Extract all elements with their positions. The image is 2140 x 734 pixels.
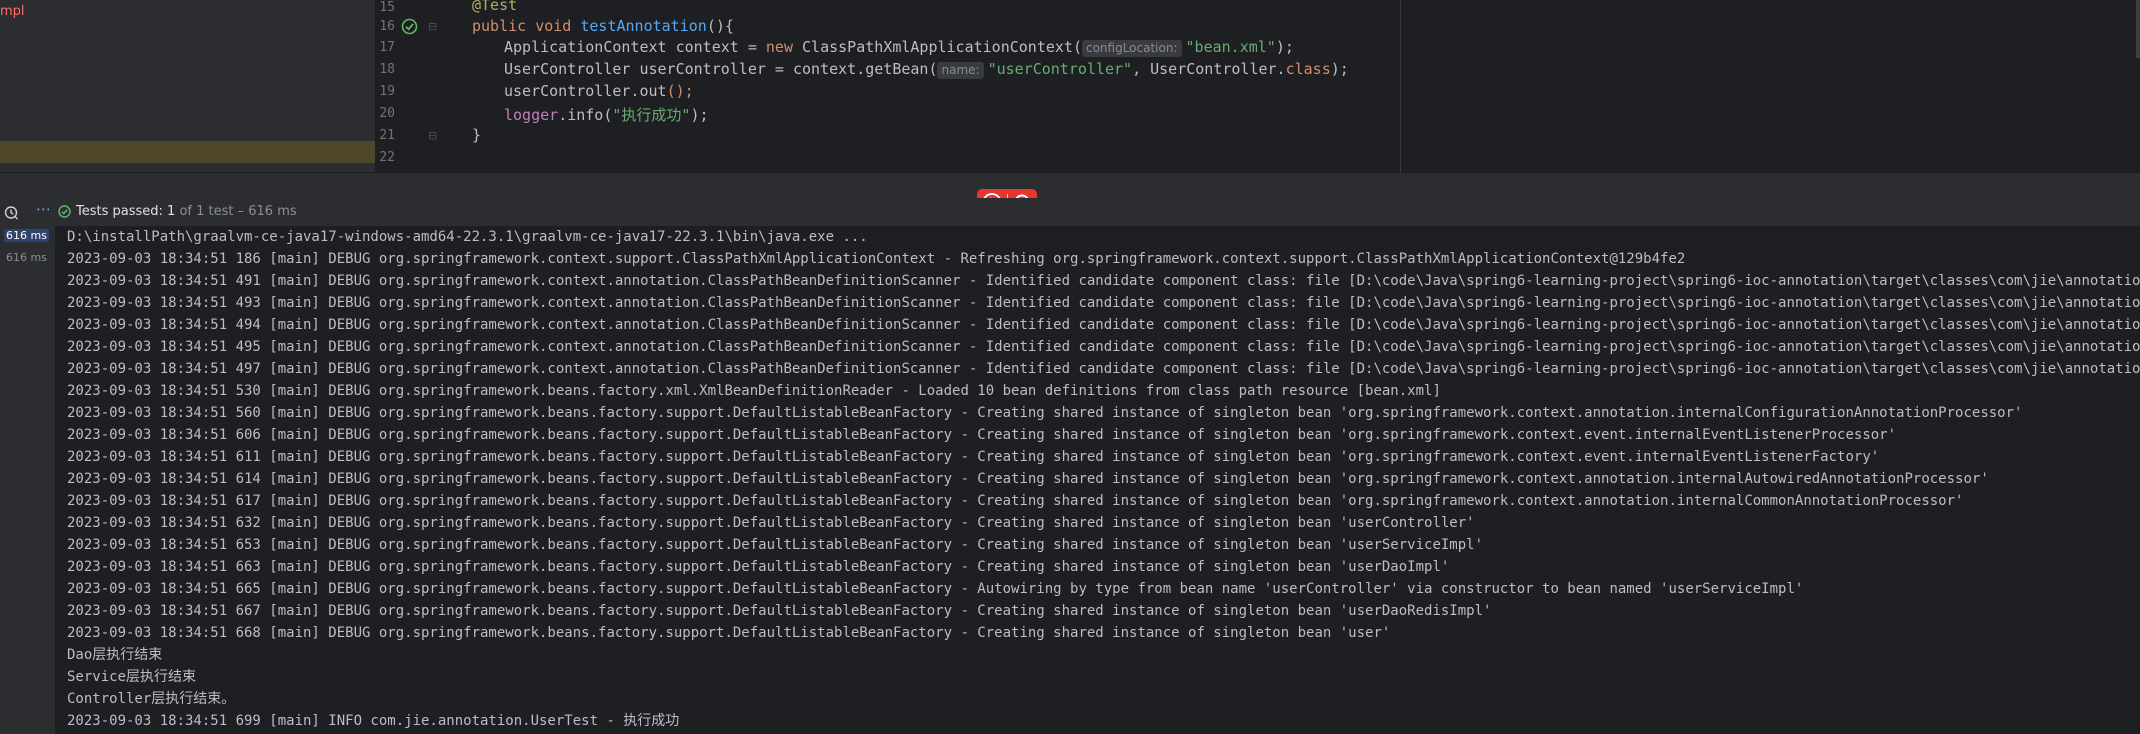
string-token: "userController" — [987, 60, 1133, 78]
keyword-token: void — [535, 17, 572, 35]
project-item-text[interactable]: mpl — [0, 4, 25, 19]
more-options-icon[interactable]: ⋯ — [36, 200, 51, 218]
console-line: 2023-09-03 18:34:51 186 [main] DEBUG org… — [67, 251, 1686, 267]
console-line: 2023-09-03 18:34:51 699 [main] INFO com.… — [67, 713, 680, 729]
console-line: 2023-09-03 18:34:51 530 [main] DEBUG org… — [67, 383, 1441, 399]
console-line: 2023-09-03 18:34:51 497 [main] DEBUG org… — [67, 361, 2140, 377]
line-number: 18 — [379, 62, 395, 77]
line-number: 21 — [379, 128, 395, 143]
code-area[interactable]: @Test public void testAnnotation(){ Appl… — [435, 0, 1400, 172]
code-line-18: UserController userController = context.… — [504, 60, 1349, 79]
test-history-icon[interactable] — [4, 205, 19, 220]
project-selected-row[interactable] — [0, 141, 375, 163]
string-token: "bean.xml" — [1185, 38, 1276, 56]
console-line: 2023-09-03 18:34:51 493 [main] DEBUG org… — [67, 295, 2140, 311]
console-line: Service层执行结束 — [67, 669, 197, 685]
test-passed-run-icon[interactable] — [401, 18, 418, 35]
console-line: 2023-09-03 18:34:51 667 [main] DEBUG org… — [67, 603, 1492, 619]
string-token: "执行成功" — [612, 106, 691, 124]
code-token: (); — [666, 82, 694, 100]
code-token: ); — [1330, 60, 1349, 78]
code-line-16: public void testAnnotation(){ — [472, 17, 734, 35]
test-status-text: Tests passed: 1 of 1 test – 616 ms — [76, 204, 297, 219]
console-command-line: D:\installPath\graalvm-ce-java17-windows… — [67, 229, 868, 245]
code-token: ); — [1275, 38, 1294, 56]
line-number: 22 — [379, 150, 395, 165]
line-number: 16 — [379, 19, 395, 34]
console-line: 2023-09-03 18:34:51 653 [main] DEBUG org… — [67, 537, 1484, 553]
keyword-token: class — [1285, 60, 1331, 78]
line-number: 19 — [379, 84, 395, 99]
status-label: Tests passed: — [76, 204, 168, 219]
console-line: Dao层执行结束 — [67, 647, 163, 663]
code-token: userController.out — [504, 82, 667, 100]
status-detail: of 1 test – 616 ms — [175, 204, 297, 219]
code-line-17: ApplicationContext context = new ClassPa… — [504, 38, 1294, 57]
code-token: ClassPathXmlApplicationContext( — [793, 38, 1082, 56]
console-line: Controller层执行结束。 — [67, 691, 236, 707]
code-token: ); — [690, 106, 709, 124]
code-line-21: } — [472, 126, 481, 144]
console-line: 2023-09-03 18:34:51 494 [main] DEBUG org… — [67, 317, 2140, 333]
line-number: 15 — [379, 0, 395, 15]
console-line: 2023-09-03 18:34:51 611 [main] DEBUG org… — [67, 449, 1880, 465]
code-token: .info( — [558, 106, 613, 124]
code-token: , UserController. — [1132, 60, 1286, 78]
code-line-15: @Test — [472, 0, 517, 14]
right-margin-guide — [1400, 0, 1401, 172]
panel-divider[interactable] — [0, 172, 2140, 173]
code-editor[interactable]: mpl 15 16 17 18 19 20 21 22 ⊟ ⊟ @Test pu… — [0, 0, 2140, 172]
console-line: 2023-09-03 18:34:51 606 [main] DEBUG org… — [67, 427, 1897, 443]
code-line-19: userController.out(); — [504, 82, 694, 100]
console-output[interactable]: D:\installPath\graalvm-ce-java17-windows… — [55, 226, 2140, 734]
keyword-token: new — [765, 38, 793, 56]
code-token: UserController userController = context.… — [504, 60, 938, 78]
test-duration-item[interactable]: 616 ms — [4, 251, 49, 264]
line-number: 20 — [379, 106, 395, 121]
run-toolbar: ⋯ Tests passed: 1 of 1 test – 616 ms — [0, 198, 2140, 226]
console-line: 2023-09-03 18:34:51 617 [main] DEBUG org… — [67, 493, 1964, 509]
console-line: 2023-09-03 18:34:51 491 [main] DEBUG org… — [67, 273, 2140, 289]
test-passed-icon — [58, 205, 71, 218]
console-line: 2023-09-03 18:34:51 614 [main] DEBUG org… — [67, 471, 1989, 487]
test-duration-root[interactable]: 616 ms — [4, 229, 49, 242]
test-tree-pane[interactable]: 616 ms 616 ms — [0, 226, 54, 734]
editor-scrollbar[interactable] — [2136, 0, 2140, 58]
console-line: 2023-09-03 18:34:51 665 [main] DEBUG org… — [67, 581, 1804, 597]
field-token: logger — [504, 106, 559, 124]
code-line-20: logger.info("执行成功"); — [504, 104, 709, 125]
code-token: } — [472, 126, 482, 144]
parameter-hint: configLocation: — [1081, 40, 1182, 57]
project-panel[interactable]: mpl — [0, 0, 375, 172]
code-token: (){ — [706, 17, 734, 35]
console-line: 2023-09-03 18:34:51 495 [main] DEBUG org… — [67, 339, 2140, 355]
code-token: ApplicationContext context = — [504, 38, 766, 56]
console-line: 2023-09-03 18:34:51 560 [main] DEBUG org… — [67, 405, 2023, 421]
console-line: 2023-09-03 18:34:51 632 [main] DEBUG org… — [67, 515, 1475, 531]
annotation-token: @Test — [472, 0, 518, 14]
console-line: 2023-09-03 18:34:51 668 [main] DEBUG org… — [67, 625, 1391, 641]
line-number: 17 — [379, 40, 395, 55]
parameter-hint: name: — [937, 62, 984, 79]
keyword-token: public — [472, 17, 527, 35]
method-name-token: testAnnotation — [580, 17, 707, 35]
console-line: 2023-09-03 18:34:51 663 [main] DEBUG org… — [67, 559, 1450, 575]
